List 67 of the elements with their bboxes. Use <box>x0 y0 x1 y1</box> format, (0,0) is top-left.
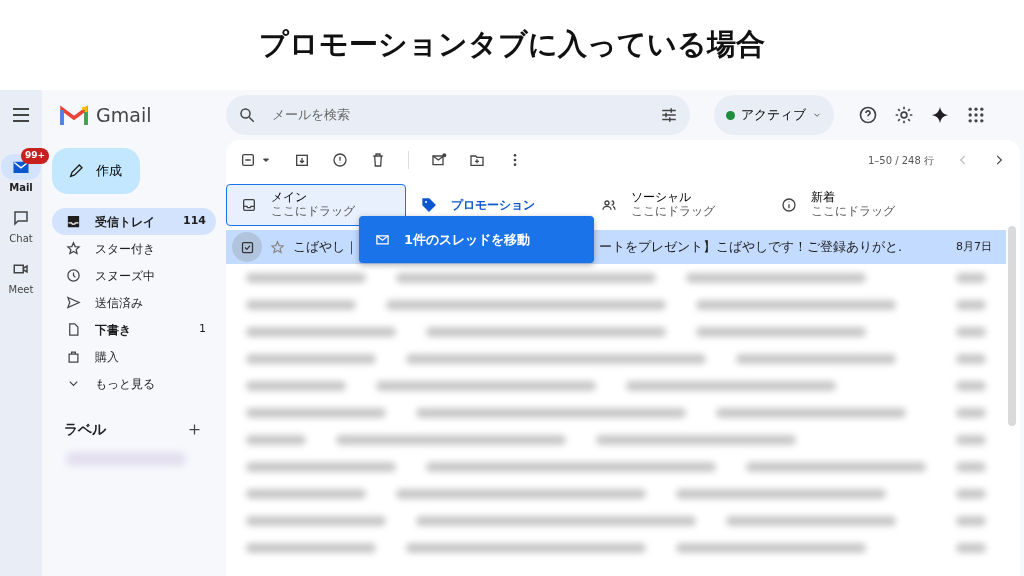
people-icon <box>601 197 617 213</box>
caption-title: プロモーションタブに入っている場合 <box>259 26 765 64</box>
category-tab[interactable]: ソーシャル ここにドラッグ <box>586 184 766 226</box>
app-name: Gmail <box>96 102 152 128</box>
rail-label[interactable]: Mail <box>9 180 33 195</box>
sidebar-item[interactable]: 購入 <box>52 343 216 370</box>
email-sender: こばやし｜ <box>293 238 355 257</box>
chat-bubble-icon <box>12 209 30 227</box>
sparkle-icon[interactable] <box>930 105 950 125</box>
sidebar-item[interactable]: スヌーズ中 <box>52 262 216 289</box>
search-icon <box>238 106 256 124</box>
search-field[interactable]: メールを検索 <box>226 95 690 135</box>
clock-icon <box>66 268 82 283</box>
item-count: 114 <box>183 213 206 230</box>
pagination-text: 1–50 / 248 行 <box>867 153 934 168</box>
apps-grid-icon[interactable] <box>966 105 986 125</box>
scrollbar[interactable] <box>1008 226 1016 426</box>
plus-icon[interactable] <box>187 422 202 437</box>
shopping-bag-icon <box>66 349 82 364</box>
send-icon <box>66 295 82 310</box>
rail-label[interactable]: Chat <box>9 231 33 246</box>
move-to-folder-icon[interactable] <box>469 152 485 168</box>
star-icon <box>66 241 82 256</box>
inbox-icon <box>66 214 82 229</box>
email-subject: ートをプレゼント】こばやしです！ご登録ありがと. <box>599 238 904 257</box>
compose-button[interactable]: 作成 <box>52 148 141 194</box>
document-icon <box>66 322 82 337</box>
tag-icon <box>421 197 437 213</box>
sidebar-item[interactable]: もっと見る <box>52 370 216 397</box>
item-label: スター付き <box>95 240 157 258</box>
report-icon[interactable] <box>332 152 348 168</box>
filter-sliders-icon[interactable] <box>660 106 678 124</box>
envelope-icon <box>375 232 390 247</box>
star-icon[interactable] <box>270 239 285 255</box>
mark-unread-icon[interactable] <box>431 152 447 168</box>
status-button[interactable]: アクティブ <box>714 95 834 135</box>
sidebar-item[interactable]: 受信トレイ 114 <box>52 208 216 235</box>
help-icon[interactable] <box>858 105 878 125</box>
delete-icon[interactable] <box>370 152 386 168</box>
unread-count-badge: 99+ <box>21 148 50 164</box>
item-label: スヌーズ中 <box>95 267 157 285</box>
item-label: 送信済み <box>95 294 145 312</box>
pencil-icon <box>68 163 85 179</box>
item-label: 下書き <box>95 321 133 339</box>
archive-icon[interactable] <box>294 152 310 168</box>
item-count: 1 <box>199 321 206 338</box>
checkbox[interactable] <box>232 232 262 262</box>
item-label: 購入 <box>95 348 121 366</box>
check-icon <box>239 239 255 255</box>
settings-icon[interactable] <box>894 105 914 125</box>
search-input[interactable]: メールを検索 <box>270 104 646 126</box>
item-label: 受信トレイ <box>95 213 157 231</box>
gmail-logo-icon <box>60 104 89 126</box>
item-label: もっと見る <box>95 375 157 393</box>
rail-label[interactable]: Meet <box>8 282 34 297</box>
sidebar-item[interactable]: 下書き 1 <box>52 316 216 343</box>
sidebar-item[interactable]: 送信済み <box>52 289 216 316</box>
category-tab[interactable]: プロモーション <box>406 184 586 226</box>
select-checkbox-icon[interactable] <box>240 152 256 168</box>
email-date: 8月7日 <box>956 238 992 255</box>
category-tab[interactable]: 新着 ここにドラッグ <box>766 184 946 226</box>
sidebar-item[interactable]: スター付き <box>52 235 216 262</box>
drag-tooltip-text: 1件のスレッドを移動 <box>404 230 531 249</box>
inbox-icon <box>241 197 257 213</box>
labels-heading: ラベル <box>64 420 107 439</box>
category-tab[interactable]: メイン ここにドラッグ <box>226 184 406 226</box>
info-icon <box>781 197 797 213</box>
